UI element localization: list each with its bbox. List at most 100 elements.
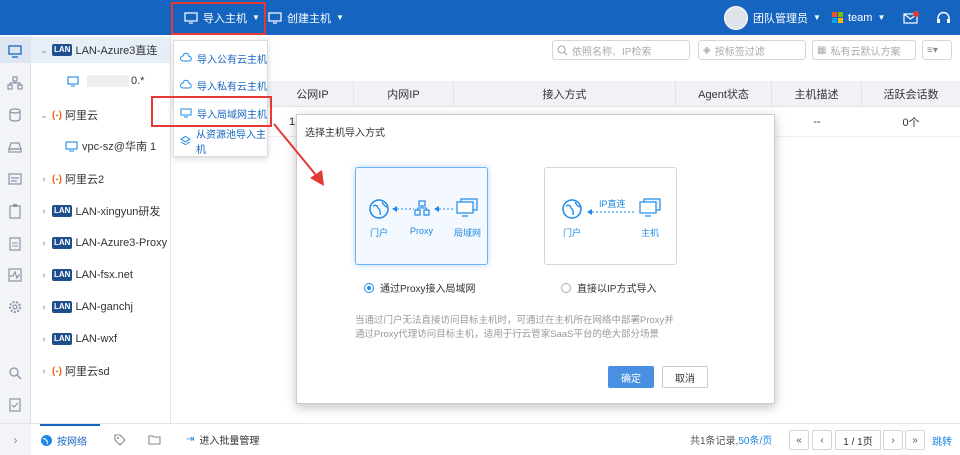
- batch-manage-label: 进入批量管理: [199, 436, 260, 447]
- checklist-icon[interactable]: [7, 397, 23, 413]
- proxy-method-card[interactable]: 门户 Proxy 局域网: [355, 167, 488, 265]
- tree-node[interactable]: › LAN LAN-Azure3-Proxy: [39, 233, 167, 253]
- storage-icon[interactable]: [7, 139, 23, 155]
- sort-icon: ≡▾: [927, 44, 938, 56]
- cloud-scheme-select[interactable]: ▦ 私有云默认方案: [812, 40, 916, 60]
- tree-node[interactable]: vpc-sz@华南 1: [65, 136, 156, 156]
- menu-item-import-from-pool[interactable]: 从资源池导入主机: [174, 129, 269, 156]
- proxy-radio-label: 通过Proxy接入局域网: [380, 284, 476, 295]
- tree-node[interactable]: › (-) 阿里云2: [39, 169, 105, 189]
- chevron-down-icon: ▼: [813, 13, 821, 22]
- prev-page-button[interactable]: ‹: [812, 430, 832, 450]
- tree-node-label: LAN-Azure3-Proxy: [75, 237, 168, 249]
- create-host-menu[interactable]: 创建主机 ▼: [268, 0, 344, 35]
- proxy-radio[interactable]: 通过Proxy接入局域网: [364, 280, 476, 295]
- tree-node[interactable]: › LAN LAN-xingyun研发: [39, 201, 160, 221]
- tree-node-label: 0.*: [131, 75, 145, 87]
- activity-icon[interactable]: [7, 267, 23, 283]
- tree-node[interactable]: ⌄ (-) 阿里云: [39, 105, 98, 125]
- menu-item-import-public-cloud[interactable]: 导入公有云主机: [174, 46, 269, 70]
- tab-by-tag[interactable]: [104, 424, 136, 455]
- tree-node[interactable]: › LAN LAN-wxf: [39, 329, 117, 349]
- network-icon[interactable]: [7, 75, 23, 91]
- vpc-icon: [65, 140, 78, 151]
- inbox-icon[interactable]: [7, 171, 23, 187]
- top-nav-bar: 导入主机 ▼ 创建主机 ▼ 团队管理员 ▼ team ▼: [0, 0, 960, 35]
- menu-item-import-private-cloud[interactable]: 导入私有云主机: [174, 73, 269, 97]
- record-count: 共1条记录,: [690, 436, 739, 447]
- search-icon[interactable]: [7, 365, 23, 381]
- column-header[interactable]: 公网IP: [272, 81, 354, 107]
- message-button[interactable]: [903, 0, 919, 35]
- tree-node[interactable]: › LAN LAN-fsx.net: [39, 265, 133, 285]
- redacted-block: [87, 75, 129, 87]
- search-input[interactable]: 依照名称、IP检索: [552, 40, 690, 60]
- sort-button[interactable]: ≡▾: [922, 40, 952, 60]
- page-size-select[interactable]: 50条/页: [738, 432, 772, 447]
- tree-node[interactable]: 0.*: [67, 71, 144, 91]
- page-indicator: 1 / 1页: [835, 430, 881, 450]
- column-header[interactable]: Agent状态: [676, 81, 772, 107]
- annotation-arrow: [273, 123, 324, 186]
- tree-node[interactable]: ⌄ LAN LAN-Azure3直连: [39, 40, 157, 60]
- user-menu[interactable]: 团队管理员 ▼: [724, 0, 821, 35]
- proxy-server-icon: [414, 200, 430, 216]
- proxy-label: Proxy: [410, 226, 434, 236]
- tree-node[interactable]: › LAN LAN-ganchj: [39, 297, 133, 317]
- user-role-label: 团队管理员: [753, 12, 808, 25]
- login-arrow-icon: ⇥: [186, 434, 195, 445]
- clipboard-icon[interactable]: [7, 203, 23, 219]
- tree-node-label: 阿里云sd: [65, 366, 110, 378]
- database-icon[interactable]: [7, 107, 23, 123]
- tag-icon: ◈: [703, 44, 711, 56]
- chevron-down-icon: ⌄: [40, 109, 48, 120]
- headset-icon: [937, 11, 950, 23]
- gear-icon[interactable]: [7, 299, 23, 315]
- lan-badge: LAN: [52, 44, 73, 56]
- globe-icon: [562, 199, 582, 219]
- chevron-right-icon: ›: [42, 206, 46, 216]
- aliyun-icon: (-): [52, 173, 62, 185]
- chevron-right-icon: ›: [42, 302, 46, 312]
- batch-manage-link[interactable]: ⇥ 进入批量管理: [186, 424, 259, 455]
- menu-item-label: 导入公有云主机: [197, 54, 267, 66]
- clipboard-list-icon[interactable]: [7, 235, 23, 251]
- column-header[interactable]: 活跃会话数: [862, 81, 960, 107]
- lan-host-highlight: [151, 96, 272, 127]
- chevron-right-icon: ›: [42, 238, 46, 248]
- last-page-button[interactable]: »: [905, 430, 925, 450]
- jump-button[interactable]: 跳转: [932, 430, 952, 450]
- confirm-button[interactable]: 确定: [608, 366, 654, 388]
- chevron-right-icon: ›: [42, 174, 46, 184]
- first-page-button[interactable]: «: [789, 430, 809, 450]
- dashed-arrow-icon: [392, 206, 414, 212]
- team-switcher[interactable]: team ▼: [832, 0, 885, 35]
- tree-node[interactable]: › (-) 阿里云sd: [39, 361, 110, 381]
- column-header[interactable]: 内网IP: [354, 81, 454, 107]
- sessions-cell: 0个: [902, 117, 920, 129]
- next-page-button[interactable]: ›: [883, 430, 903, 450]
- radio-unchecked-icon: [561, 282, 571, 293]
- lan-badge: LAN: [52, 269, 73, 281]
- lan-badge: LAN: [52, 205, 73, 217]
- direct-ip-radio[interactable]: 直接以IP方式导入: [561, 280, 656, 295]
- support-button[interactable]: [936, 0, 951, 35]
- import-method-dialog: 选择主机导入方式 门户 Proxy 局域网 门户 IP直连 主机 通过Proxy…: [296, 114, 775, 404]
- cancel-button[interactable]: 取消: [662, 366, 708, 388]
- monitor-icon: [67, 75, 79, 86]
- collapse-sidebar-button[interactable]: ›: [0, 424, 31, 455]
- cloud-scheme-label: 私有云默认方案: [830, 46, 901, 58]
- lan-badge: LAN: [52, 237, 73, 249]
- monitor-icon[interactable]: [7, 43, 23, 59]
- column-header[interactable]: 主机描述: [772, 81, 862, 107]
- portal-label: 门户: [563, 228, 582, 238]
- column-header[interactable]: 接入方式: [454, 81, 676, 107]
- chevron-right-icon: ›: [42, 334, 46, 344]
- tag-filter-select[interactable]: ◈ 按标签过滤: [698, 40, 806, 60]
- lan-monitors-icon: [456, 198, 478, 217]
- tab-by-folder[interactable]: [138, 424, 170, 455]
- tab-by-network[interactable]: 按网络: [40, 424, 100, 455]
- monitor-plus-icon: [268, 11, 282, 24]
- direct-ip-method-card[interactable]: 门户 IP直连 主机: [544, 167, 677, 265]
- network-tree: ⌄ LAN LAN-Azure3直连 0.* ⌄ (-) 阿里云 vpc-sz@…: [31, 35, 171, 423]
